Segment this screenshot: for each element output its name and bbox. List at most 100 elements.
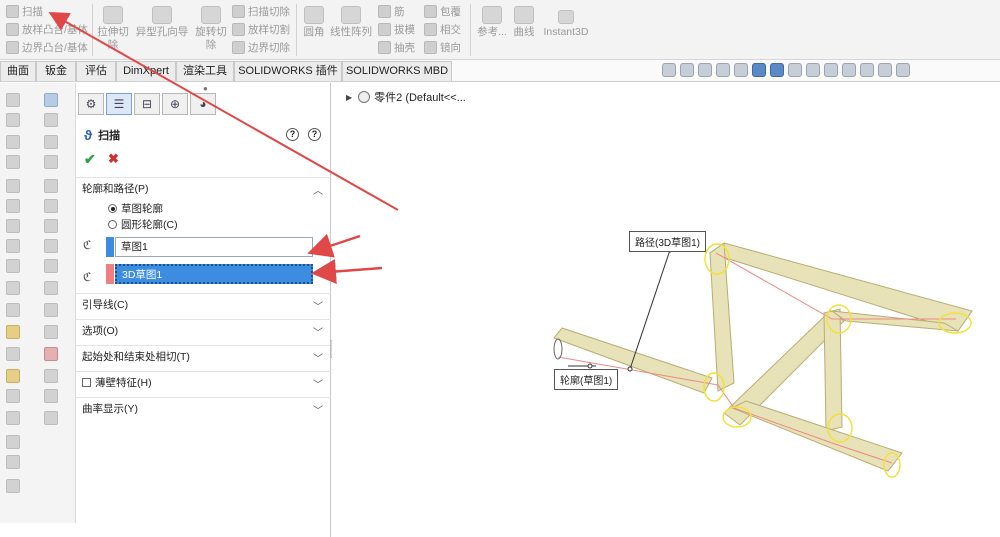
- relations-icon[interactable]: [6, 411, 20, 425]
- thin-feature-group-header[interactable]: 薄壁特征(H) ﹀: [76, 371, 331, 393]
- mirror-button[interactable]: 镜向: [424, 40, 461, 55]
- extruded-cut-button[interactable]: 拉伸切 除: [96, 6, 130, 52]
- chevron-down-icon[interactable]: ﹀: [313, 376, 323, 391]
- sweep-button[interactable]: 扫描: [6, 4, 43, 19]
- hole-wizard-button[interactable]: 异型孔向导: [134, 6, 190, 39]
- curve-tool-icon[interactable]: [6, 259, 20, 273]
- boundary-boss-button[interactable]: 边界凸台/基体: [6, 40, 88, 55]
- hole-side-icon[interactable]: [44, 219, 58, 233]
- guide-curves-group-header[interactable]: 引导线(C) ﹀: [76, 293, 331, 315]
- thin-feature-checkbox[interactable]: [82, 378, 91, 387]
- monitor-icon[interactable]: [860, 63, 874, 77]
- fillet-side-icon[interactable]: [44, 239, 58, 253]
- draft-button[interactable]: 拔模: [378, 22, 415, 37]
- tangency-group-header[interactable]: 起始处和结束处相切(T) ﹀: [76, 345, 331, 367]
- whats-wrong-icon[interactable]: ?: [308, 128, 321, 141]
- smart-dimension-icon[interactable]: [6, 155, 20, 169]
- chevron-down-icon[interactable]: ﹀: [313, 350, 323, 365]
- boundary-side-icon[interactable]: [44, 179, 58, 193]
- ok-button[interactable]: ✔: [84, 151, 96, 168]
- ref-plane-side-icon[interactable]: [44, 411, 58, 425]
- dynamic-annotation-icon[interactable]: [734, 63, 748, 77]
- feature-manager-tab-icon[interactable]: ⚙: [78, 93, 104, 115]
- pattern-icon[interactable]: [6, 347, 20, 361]
- sketch-profile-radio[interactable]: 草图轮廓: [108, 201, 163, 216]
- shell-side-icon[interactable]: [44, 281, 58, 295]
- rib-button[interactable]: 筋: [378, 4, 405, 19]
- cut-side-icon[interactable]: [44, 199, 58, 213]
- target-icon[interactable]: [6, 435, 20, 449]
- instant3d-button[interactable]: Instant3D: [542, 10, 590, 39]
- tab-render-tools[interactable]: 渲染工具: [176, 61, 234, 81]
- apply-scene-icon[interactable]: [824, 63, 838, 77]
- rotate-icon[interactable]: [878, 63, 892, 77]
- hide-show-items-icon[interactable]: [788, 63, 802, 77]
- loft-boss-button[interactable]: 放样凸台/基体: [6, 22, 88, 37]
- restore-icon[interactable]: [896, 63, 910, 77]
- tab-surfaces[interactable]: 曲面: [0, 61, 36, 81]
- table-icon[interactable]: [6, 479, 20, 493]
- section-view-icon[interactable]: [716, 63, 730, 77]
- convert-entities-icon[interactable]: [6, 325, 20, 339]
- chevron-down-icon[interactable]: ﹀: [313, 298, 323, 313]
- property-manager-tab-icon[interactable]: ☰: [106, 93, 132, 115]
- curvature-display-group-header[interactable]: 曲率显示(Y) ﹀: [76, 397, 331, 419]
- lofted-cut-button[interactable]: 放样切割: [232, 22, 290, 37]
- offset-tool-icon[interactable]: [6, 281, 20, 295]
- swept-cut-button[interactable]: 扫描切除: [232, 4, 290, 19]
- mirror-entities-icon[interactable]: [6, 303, 20, 317]
- cancel-button[interactable]: ✖: [108, 151, 119, 167]
- point-tool-icon[interactable]: [6, 199, 20, 213]
- tab-solidworks-mbd[interactable]: SOLIDWORKS MBD: [342, 61, 452, 81]
- dome-side-icon[interactable]: [44, 369, 58, 383]
- graphics-area[interactable]: ▶ 零件2 (Default<<... 路径(3D草图1) 轮廓(草图1): [332, 83, 1000, 537]
- chevron-down-icon[interactable]: ﹀: [313, 402, 323, 417]
- wrap-button[interactable]: 包覆: [424, 4, 461, 19]
- chamfer-side-icon[interactable]: [44, 259, 58, 273]
- shell-button[interactable]: 抽壳: [378, 40, 415, 55]
- options-group-header[interactable]: 选项(O) ﹀: [76, 319, 331, 341]
- curve-side-icon[interactable]: [44, 389, 58, 403]
- help-icon[interactable]: ?: [286, 128, 299, 141]
- chevron-down-icon[interactable]: ﹀: [313, 324, 323, 339]
- tab-dimxpert[interactable]: DimXpert: [116, 61, 176, 81]
- curves-button[interactable]: 曲线: [510, 6, 538, 39]
- zoom-to-fit-icon[interactable]: [662, 63, 676, 77]
- sketch-tool-icon[interactable]: [6, 93, 20, 107]
- spline-tool-icon[interactable]: [6, 135, 20, 149]
- boundary-cut-button[interactable]: 边界切除: [232, 40, 290, 55]
- path-callout[interactable]: 路径(3D草图1): [629, 231, 707, 252]
- line-tool-icon[interactable]: [6, 113, 20, 127]
- tab-evaluate[interactable]: 评估: [76, 61, 116, 81]
- tab-solidworks-addins[interactable]: SOLIDWORKS 插件: [234, 61, 342, 81]
- text-tool-icon[interactable]: [6, 179, 20, 193]
- circular-profile-radio[interactable]: 圆形轮廓(C): [108, 217, 178, 232]
- dimxpert-manager-tab-icon[interactable]: ⊕: [162, 93, 188, 115]
- path-selection-box[interactable]: 3D草图1: [115, 264, 313, 284]
- previous-view-icon[interactable]: [698, 63, 712, 77]
- mirror-side-icon[interactable]: [44, 325, 58, 339]
- view-orientation-icon[interactable]: [752, 63, 766, 77]
- search-tool-icon[interactable]: [6, 219, 20, 233]
- profile-selection-box[interactable]: 草图1: [115, 237, 313, 257]
- revolve-boss-icon[interactable]: [44, 113, 58, 127]
- trim-tool-icon[interactable]: [6, 239, 20, 253]
- chevron-up-icon[interactable]: ︿: [313, 182, 323, 197]
- display-style-icon[interactable]: [770, 63, 784, 77]
- revolved-cut-button[interactable]: 旋转切 除: [194, 6, 228, 52]
- edit-appearance-icon[interactable]: [806, 63, 820, 77]
- pattern-side-icon[interactable]: [44, 303, 58, 317]
- rib-side-icon[interactable]: [44, 347, 58, 361]
- zoom-to-area-icon[interactable]: [680, 63, 694, 77]
- intersect-button[interactable]: 相交: [424, 22, 461, 37]
- fillet-button[interactable]: 圆角: [300, 6, 328, 39]
- block-icon[interactable]: [6, 389, 20, 403]
- configuration-manager-tab-icon[interactable]: ⊟: [134, 93, 160, 115]
- flag-icon[interactable]: [6, 455, 20, 469]
- profile-path-group-header[interactable]: 轮廓和路径(P) ︿: [76, 177, 331, 199]
- warning-icon[interactable]: [6, 369, 20, 383]
- sweep-side-icon[interactable]: [44, 135, 58, 149]
- loft-side-icon[interactable]: [44, 155, 58, 169]
- panel-grip-icon[interactable]: ●: [203, 84, 208, 93]
- extrude-boss-icon[interactable]: [44, 93, 58, 107]
